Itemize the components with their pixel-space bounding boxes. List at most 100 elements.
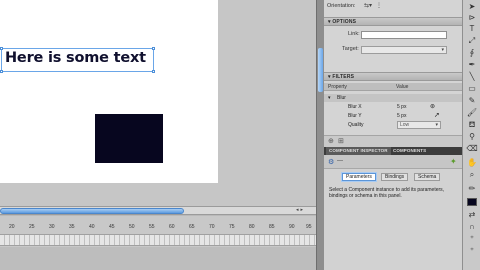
resize-handle[interactable] — [152, 70, 155, 73]
rectangle-shape[interactable] — [95, 114, 163, 163]
stroke-color-icon[interactable]: ✏ — [466, 184, 478, 194]
tab-component-inspector[interactable]: COMPONENT INSPECTOR — [326, 147, 391, 155]
ruler-label: 65 — [189, 224, 195, 230]
filter-property-name: Blur X — [348, 104, 362, 110]
filter-row-quality[interactable]: Quality Low ▾ — [324, 121, 462, 129]
transform-tool-icon[interactable]: ⤢ — [466, 36, 478, 46]
preset-icon[interactable]: ⊞ — [338, 137, 344, 145]
inspector-subtabs: Parameters Bindings Schema — [324, 173, 462, 183]
dash-icon: — — [337, 158, 343, 164]
ruler-label: 50 — [129, 224, 135, 230]
target-row: Target: ▾ — [324, 45, 462, 55]
chevron-down-icon: ▾ — [441, 47, 444, 53]
inspector-description: Select a Component instance to add its p… — [329, 187, 445, 199]
text-tool-icon[interactable]: T — [466, 24, 478, 34]
brush-icon[interactable]: 🖌 — [466, 108, 478, 118]
filter-table-header: Property Value — [324, 83, 462, 91]
ruler-label: 80 — [249, 224, 255, 230]
tab-components[interactable]: COMPONENTS — [390, 147, 429, 155]
options-section-header[interactable]: ▾ OPTIONS — [324, 17, 462, 26]
filter-group-label: Blur — [337, 95, 346, 101]
ruler-label: 25 — [29, 224, 35, 230]
filters-header-label: FILTERS — [332, 74, 355, 80]
zoom-icon[interactable]: ⌕ — [466, 170, 478, 180]
ruler-label: 20 — [9, 224, 15, 230]
column-header-property: Property — [328, 84, 347, 90]
lasso-tool-icon[interactable]: ∮ — [466, 48, 478, 58]
link-icon[interactable]: ⊛ — [430, 103, 435, 111]
resize-handle[interactable] — [152, 47, 155, 50]
paint-bucket-icon[interactable]: ⛾ — [466, 120, 478, 130]
snap-icon[interactable]: ∩ — [466, 222, 478, 232]
subtab-bindings[interactable]: Bindings — [381, 173, 409, 181]
expand-icon: ▾ — [328, 95, 331, 101]
filter-property-value[interactable]: 5 px — [397, 112, 406, 120]
filter-property-name: Blur Y — [348, 113, 362, 119]
rectangle-tool-icon[interactable]: ▭ — [466, 84, 478, 94]
line-tool-icon[interactable]: ╲ — [466, 72, 478, 82]
scroll-arrows-icon[interactable]: ◂▸ — [296, 207, 314, 214]
frame-track[interactable] — [0, 234, 316, 246]
layer-area[interactable] — [0, 247, 316, 270]
component-inspector-panel: COMPONENT INSPECTOR COMPONENTS ⚙ — ✦ Par… — [324, 147, 462, 270]
filter-row-blur-y[interactable]: Blur Y 5 px ➚ — [324, 112, 462, 120]
arrow-tool-icon[interactable]: ➤ — [466, 2, 478, 12]
link-label: Link: — [348, 31, 360, 37]
text-field-selection[interactable]: Here is some text — [0, 47, 155, 73]
eyedropper-icon[interactable]: ⚲ — [466, 132, 478, 142]
ruler-label: 45 — [109, 224, 115, 230]
target-dropdown[interactable]: ▾ — [361, 46, 447, 54]
target-label: Target: — [342, 46, 359, 52]
filter-property-value[interactable]: 5 px — [397, 103, 406, 111]
column-header-value: Value — [396, 84, 409, 90]
hand-icon[interactable]: ✋ — [466, 158, 478, 168]
frame-ruler: 20 25 30 35 40 45 50 55 60 65 70 75 80 8… — [0, 224, 316, 233]
ruler-label: 95 — [306, 224, 312, 230]
pen-tool-icon[interactable]: ✒ — [466, 60, 478, 70]
inspector-toolbar: ⚙ — ✦ — [324, 155, 462, 169]
straighten-icon[interactable]: ⁺ — [466, 246, 478, 256]
fill-color-swatch[interactable] — [467, 198, 477, 206]
resize-handle[interactable] — [0, 47, 3, 50]
link-row: Link: — [324, 30, 462, 40]
pencil-icon[interactable]: ✎ — [466, 96, 478, 106]
ruler-label: 30 — [49, 224, 55, 230]
ruler-label: 35 — [69, 224, 75, 230]
orientation-icon[interactable]: ⇆▾ — [364, 2, 372, 10]
subselect-tool-icon[interactable]: ⊳ — [466, 13, 478, 23]
stage-text[interactable]: Here is some text — [5, 50, 146, 66]
horizontal-scrollbar[interactable]: ◂▸ — [0, 206, 316, 215]
eraser-icon[interactable]: ⌫ — [466, 144, 478, 154]
wand-icon[interactable]: ✦ — [450, 157, 457, 166]
vertical-scrollbar-thumb[interactable] — [318, 48, 323, 92]
scrollbar-thumb[interactable] — [0, 208, 184, 214]
ruler-label: 85 — [269, 224, 275, 230]
swap-colors-icon[interactable]: ⇄ — [466, 210, 478, 220]
ruler-label: 75 — [229, 224, 235, 230]
component-icon: ⚙ — [328, 159, 335, 166]
stage-canvas[interactable]: Here is some text — [0, 0, 218, 183]
timeline[interactable]: 20 25 30 35 40 45 50 55 60 65 70 75 80 8… — [0, 216, 316, 270]
panel-divider[interactable] — [316, 0, 324, 270]
link-input[interactable] — [361, 31, 447, 39]
properties-panel: Orientation: ⇆▾ ⋮ ▾ OPTIONS Link: Target… — [324, 0, 462, 148]
inspector-tab-bar: COMPONENT INSPECTOR COMPONENTS — [324, 147, 462, 155]
orientation-label: Orientation: — [327, 3, 356, 9]
chevron-down-icon: ▾ — [435, 122, 438, 128]
quality-dropdown[interactable]: Low ▾ — [397, 121, 441, 129]
stage-area[interactable]: Here is some text — [0, 0, 316, 207]
filters-section-header[interactable]: ▾ FILTERS — [324, 72, 462, 81]
filter-toolbar: ⊕ ⊞ — [324, 135, 462, 147]
ruler-label: 70 — [209, 224, 215, 230]
ruler-label: 55 — [149, 224, 155, 230]
subtab-parameters[interactable]: Parameters — [342, 173, 376, 181]
filter-group-row[interactable]: ▾ Blur — [324, 94, 462, 102]
ruler-label: 90 — [289, 224, 295, 230]
smooth-icon[interactable]: ⁺ — [466, 234, 478, 244]
filter-row-blur-x[interactable]: Blur X 5 px ⊛ — [324, 103, 462, 111]
subtab-schema[interactable]: Schema — [414, 173, 441, 181]
add-filter-icon[interactable]: ⊕ — [328, 137, 334, 145]
resize-handle[interactable] — [0, 70, 3, 73]
ruler-label: 40 — [89, 224, 95, 230]
options-menu-icon[interactable]: ⋮ — [376, 2, 382, 10]
